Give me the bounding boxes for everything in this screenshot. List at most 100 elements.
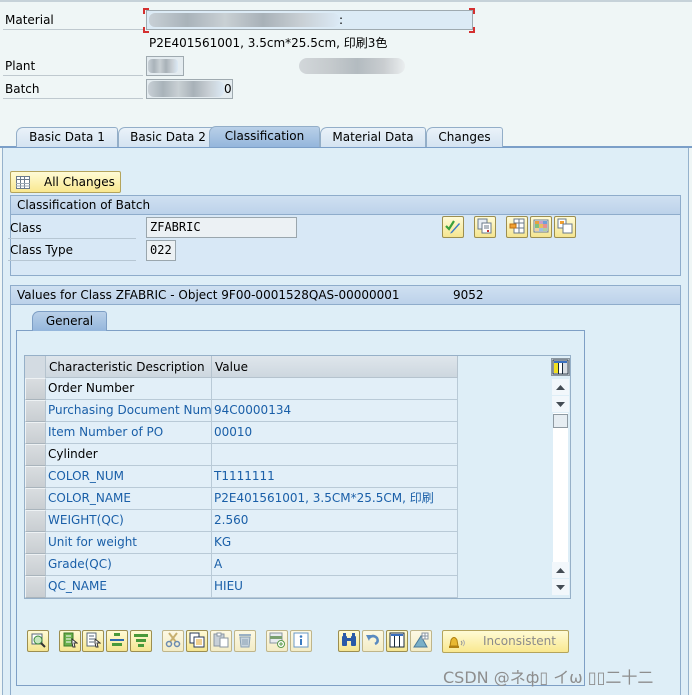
delete-button[interactable] xyxy=(234,630,256,652)
subtab-general[interactable]: General xyxy=(32,311,107,331)
row-selector[interactable] xyxy=(25,378,46,400)
cell-value[interactable]: 00010 xyxy=(212,422,458,444)
triangle-grid-button[interactable] xyxy=(410,630,432,652)
info-button[interactable] xyxy=(290,630,312,652)
column-header-description[interactable]: Characteristic Description xyxy=(46,356,212,378)
insert-row-button[interactable] xyxy=(266,630,288,652)
select-all-cell[interactable] xyxy=(25,356,46,378)
columns-button[interactable] xyxy=(386,630,408,652)
color-grid-button[interactable] xyxy=(530,216,552,238)
scroll-down-button[interactable] xyxy=(552,579,569,595)
row-selector[interactable] xyxy=(25,422,46,444)
focus-corner-bl xyxy=(143,27,149,33)
triangle-grid-icon xyxy=(413,632,429,651)
table-row[interactable]: Order Number xyxy=(25,378,458,400)
table-row[interactable]: Unit for weight KG xyxy=(25,532,458,554)
display-doc-button[interactable] xyxy=(474,216,496,238)
cell-value[interactable]: P2E401561001, 3.5CM*25.5CM, 印刷 xyxy=(212,488,458,510)
batch-field[interactable]: 0 xyxy=(146,79,233,99)
table-header-row: Characteristic Description Value xyxy=(25,356,458,378)
check-edit-icon xyxy=(445,218,461,237)
tab-basic-data-1[interactable]: Basic Data 1 xyxy=(16,127,118,147)
cell-description: Cylinder xyxy=(46,444,212,466)
cell-value[interactable]: KG xyxy=(212,532,458,554)
cell-description: COLOR_NAME xyxy=(46,488,212,510)
batch-value-redacted xyxy=(148,81,224,97)
column-settings-button[interactable] xyxy=(551,358,570,376)
tab-changes[interactable]: Changes xyxy=(426,127,503,147)
cell-value[interactable]: 94C0000134 xyxy=(212,400,458,422)
undo-button[interactable] xyxy=(362,630,384,652)
table-row[interactable]: Cylinder xyxy=(25,444,458,466)
all-changes-button[interactable]: All Changes xyxy=(10,171,121,193)
row-selector[interactable] xyxy=(25,576,46,598)
cell-value[interactable]: 2.560 xyxy=(212,510,458,532)
cell-description: WEIGHT(QC) xyxy=(46,510,212,532)
tab-classification[interactable]: Classification xyxy=(209,126,320,147)
align-button[interactable] xyxy=(106,630,128,652)
scrollbar-track[interactable] xyxy=(553,413,568,562)
table-row[interactable]: QC_NAME HIEU xyxy=(25,576,458,598)
class-label: Class xyxy=(8,218,136,239)
table-row[interactable]: Purchasing Document Num… 94C0000134 xyxy=(25,400,458,422)
row-selector[interactable] xyxy=(25,510,46,532)
row-selector[interactable] xyxy=(25,532,46,554)
table-row[interactable]: COLOR_NUM T1111111 xyxy=(25,466,458,488)
paste-button[interactable] xyxy=(210,630,232,652)
row-selector[interactable] xyxy=(25,444,46,466)
detail-search-button[interactable] xyxy=(27,630,49,652)
bell-icon xyxy=(447,634,467,657)
focus-corner-br xyxy=(469,27,475,33)
material-description: P2E401561001, 3.5cm*25.5cm, 印刷3色 xyxy=(149,36,388,50)
cut-icon xyxy=(165,631,181,651)
cell-value[interactable] xyxy=(212,444,458,466)
cell-value[interactable]: A xyxy=(212,554,458,576)
table-row[interactable]: Item Number of PO 00010 xyxy=(25,422,458,444)
material-field[interactable]: : xyxy=(146,10,473,30)
triangle-down-icon xyxy=(556,584,565,590)
row-selector[interactable] xyxy=(25,400,46,422)
material-value-redacted xyxy=(149,13,339,27)
insert-column-icon xyxy=(509,218,525,237)
check-edit-button[interactable] xyxy=(442,216,464,238)
plant-field[interactable] xyxy=(146,56,184,76)
characteristics-table: Characteristic Description Value Order N… xyxy=(24,355,571,599)
cell-description: QC_NAME xyxy=(46,576,212,598)
info-icon xyxy=(293,632,309,651)
scrollbar-thumb[interactable] xyxy=(553,414,568,428)
filter-button[interactable] xyxy=(130,630,152,652)
color-grid-icon xyxy=(533,218,549,237)
cell-value[interactable]: T1111111 xyxy=(212,466,458,488)
row-selector[interactable] xyxy=(25,488,46,510)
row-selector[interactable] xyxy=(25,466,46,488)
copy-object-button[interactable] xyxy=(554,216,576,238)
column-header-value[interactable]: Value xyxy=(212,356,458,378)
table-row[interactable]: WEIGHT(QC) 2.560 xyxy=(25,510,458,532)
select-all-icon xyxy=(62,632,79,651)
find-button[interactable] xyxy=(338,630,360,652)
scroll-page-up-button[interactable] xyxy=(552,379,569,395)
inconsistent-button[interactable]: Inconsistent xyxy=(442,630,569,653)
table-row[interactable]: COLOR_NAME P2E401561001, 3.5CM*25.5CM, 印刷 xyxy=(25,488,458,510)
table-row[interactable]: Grade(QC) A xyxy=(25,554,458,576)
insert-column-button[interactable] xyxy=(506,216,528,238)
class-input[interactable]: ZFABRIC xyxy=(146,217,297,238)
row-selector[interactable] xyxy=(25,554,46,576)
material-label: Material xyxy=(3,10,143,30)
deselect-all-button[interactable] xyxy=(82,630,104,652)
table-vertical-scrollbar[interactable] xyxy=(552,376,569,598)
cell-value[interactable] xyxy=(212,378,458,400)
scroll-up-button[interactable] xyxy=(552,562,569,578)
tab-basic-data-2[interactable]: Basic Data 2 xyxy=(118,127,218,147)
cell-value[interactable]: HIEU xyxy=(212,576,458,598)
select-all-button[interactable] xyxy=(59,630,81,652)
copy-object-icon xyxy=(557,218,573,237)
cut-button[interactable] xyxy=(162,630,184,652)
copy-button[interactable] xyxy=(186,630,208,652)
delete-icon xyxy=(237,632,253,651)
scroll-page-down-button[interactable] xyxy=(552,396,569,412)
class-type-input[interactable]: 022 xyxy=(146,240,176,261)
watermark: CSDN @ネф▯ イω ▯▯二十二 xyxy=(443,668,654,687)
tab-material-data[interactable]: Material Data xyxy=(320,127,426,147)
triangle-down-icon xyxy=(556,401,565,407)
